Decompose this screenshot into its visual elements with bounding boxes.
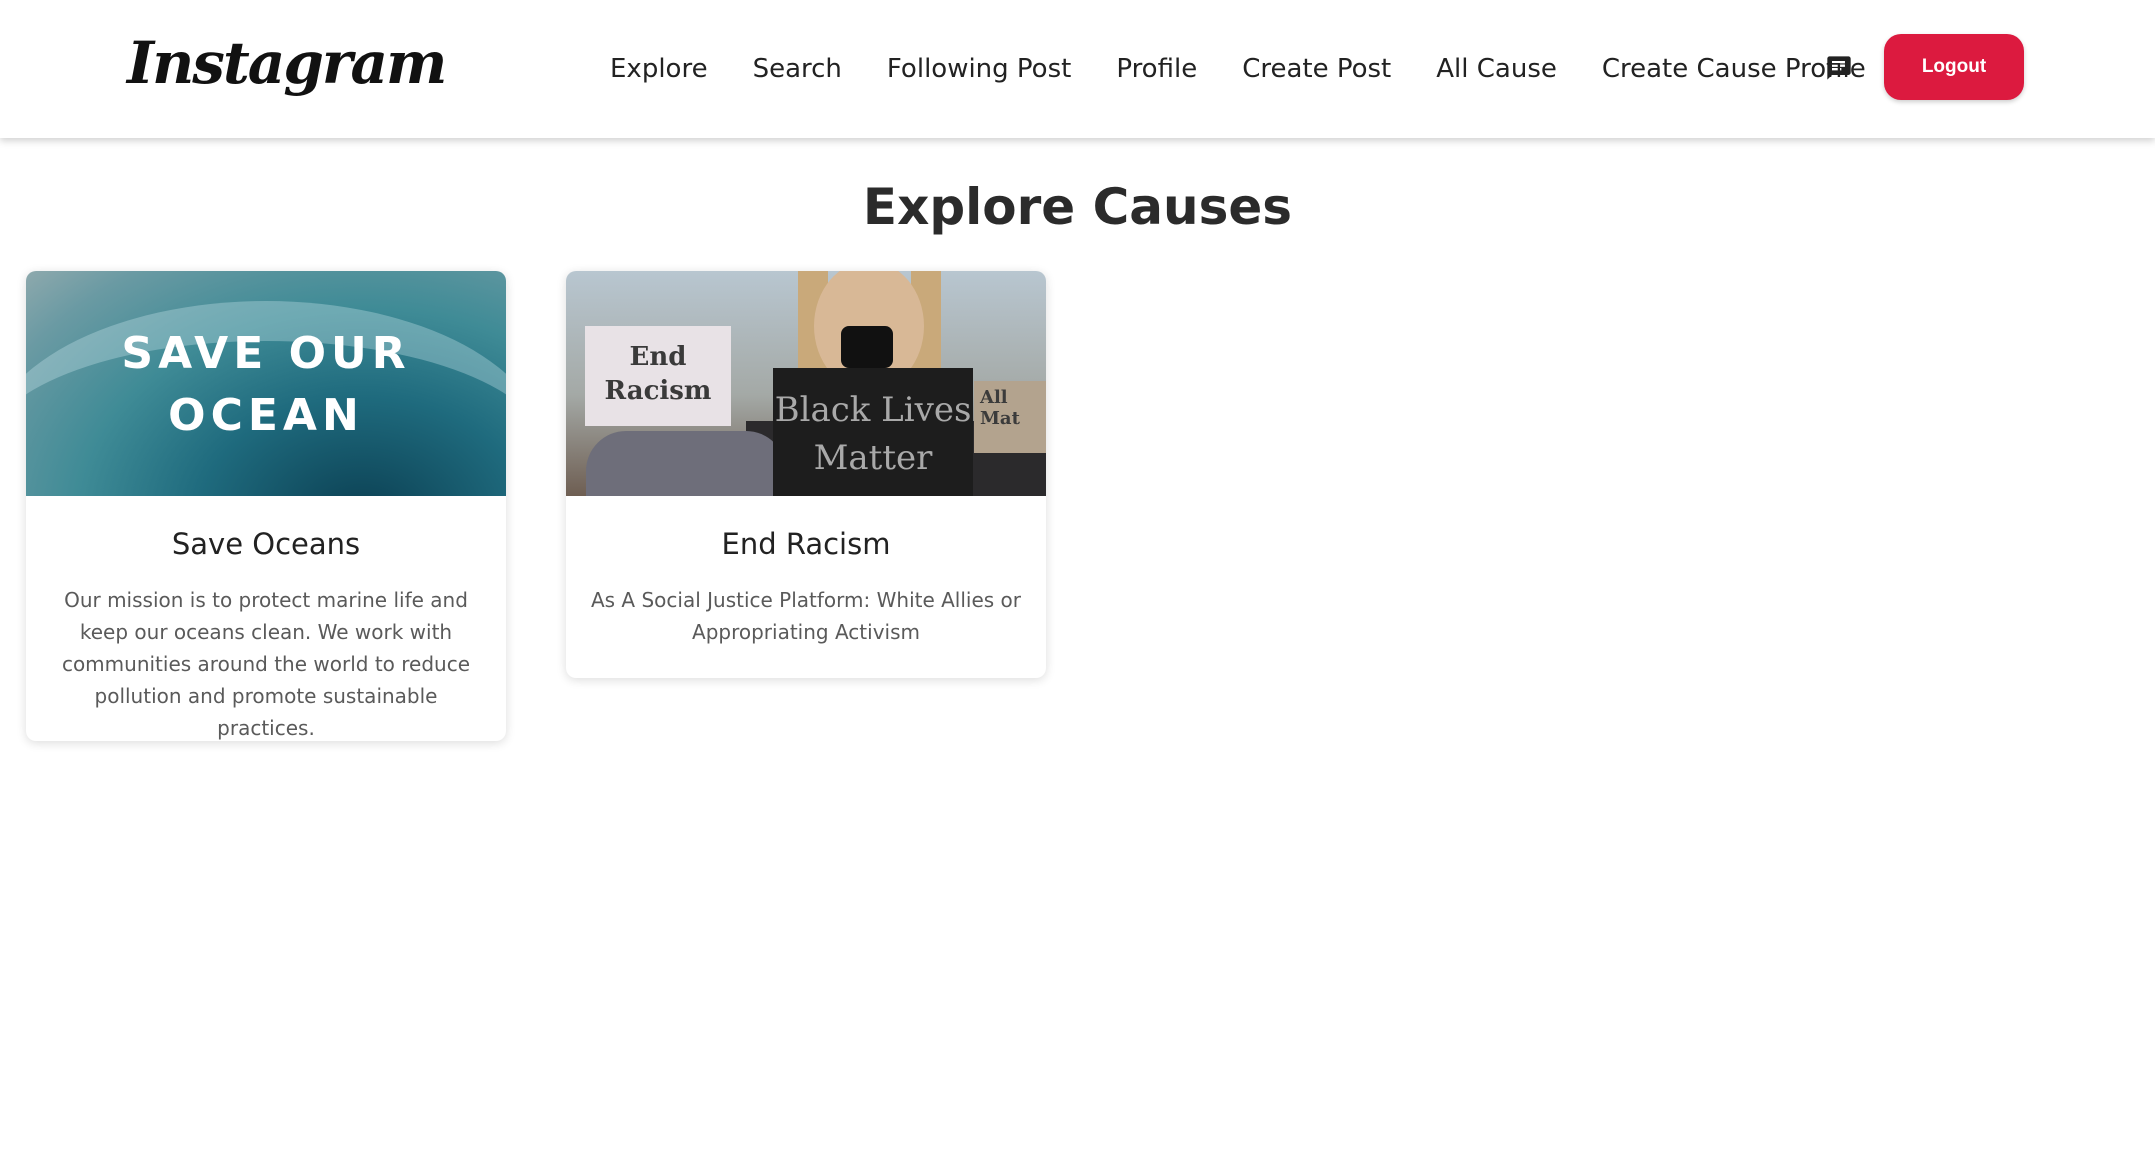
face-mask-graphic: [841, 326, 893, 368]
sign-text-line: All: [980, 387, 1008, 408]
cause-image-protest: End Racism Black Lives Matter All Mat: [566, 271, 1046, 496]
protest-sign-partial: All Mat: [974, 381, 1046, 453]
message-icon[interactable]: [1825, 54, 1853, 82]
person-graphic: [586, 431, 786, 496]
page-title: Explore Causes: [862, 178, 1293, 236]
sign-text-line: Black Lives: [774, 390, 972, 430]
sign-text-line: End: [629, 342, 687, 372]
cause-description: Our mission is to protect marine life an…: [61, 588, 471, 740]
cause-card-save-oceans[interactable]: SAVE OUR OCEAN Save Oceans Our mission i…: [26, 271, 506, 741]
nav-following-post[interactable]: Following Post: [887, 54, 1071, 84]
nav-explore[interactable]: Explore: [610, 54, 708, 84]
logout-button[interactable]: Logout: [1884, 34, 2024, 100]
cause-image-ocean: SAVE OUR OCEAN: [26, 271, 506, 496]
card-body: End Racism As A Social Justice Platform:…: [566, 524, 1046, 648]
top-navbar: Instagram Explore Search Following Post …: [0, 0, 2155, 138]
sign-text-line: Racism: [604, 376, 712, 406]
cause-title: Save Oceans: [171, 527, 361, 561]
nav-all-cause[interactable]: All Cause: [1436, 54, 1557, 84]
protest-sign-end-racism: End Racism: [585, 326, 731, 426]
nav-search[interactable]: Search: [753, 54, 842, 84]
protest-sign-black-lives-matter: Black Lives Matter: [773, 368, 973, 496]
ocean-text-line-2: OCEAN: [168, 390, 364, 441]
main-nav: Explore Search Following Post Profile Cr…: [610, 0, 1911, 138]
cause-card-end-racism[interactable]: End Racism Black Lives Matter All Mat En…: [566, 271, 1046, 678]
instagram-logo[interactable]: Instagram: [127, 18, 447, 108]
card-body: Save Oceans Our mission is to protect ma…: [26, 524, 506, 741]
sign-text-line: Matter: [813, 438, 933, 478]
cause-title: End Racism: [721, 527, 891, 561]
nav-profile[interactable]: Profile: [1116, 54, 1197, 84]
ocean-text-line-1: SAVE OUR: [121, 328, 411, 379]
ocean-image-text: SAVE OUR OCEAN: [26, 323, 506, 447]
nav-create-post[interactable]: Create Post: [1242, 54, 1391, 84]
cause-description: As A Social Justice Platform: White Alli…: [590, 588, 1022, 644]
sign-text-line: Mat: [980, 408, 1020, 429]
